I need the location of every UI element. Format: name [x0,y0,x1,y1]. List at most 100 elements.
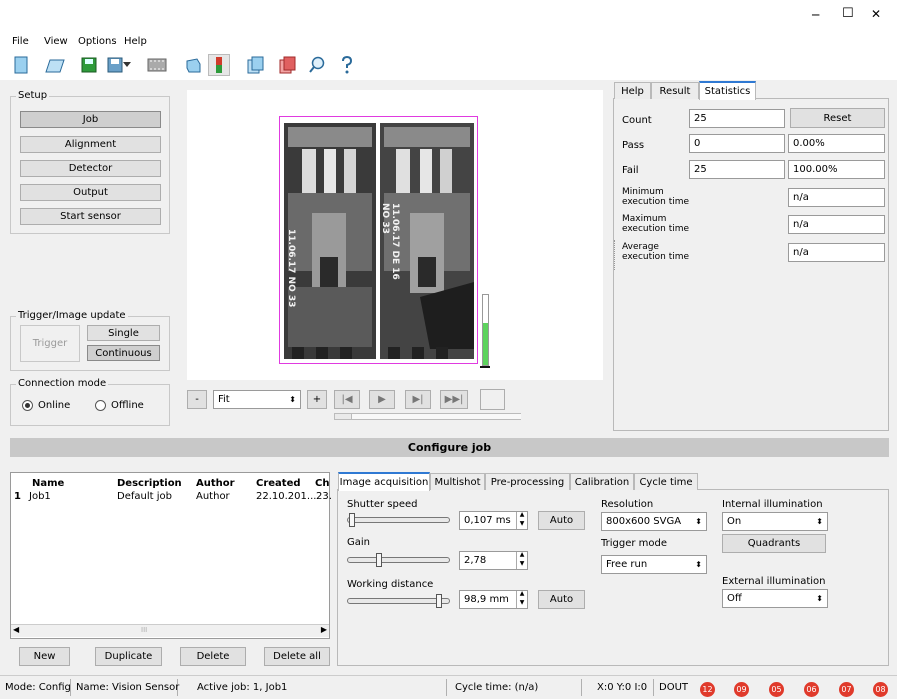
shutter-slider[interactable] [347,513,450,527]
help-icon[interactable] [336,54,358,76]
single-button[interactable]: Single [87,325,160,341]
menu-help[interactable]: Help [124,36,147,47]
delete-all-jobs-button[interactable]: Delete all [264,647,330,666]
maximize-button[interactable]: ☐ [842,6,854,21]
close-button[interactable]: ✕ [871,7,881,21]
delete-job-button[interactable]: Delete [180,647,246,666]
duplicate-job-button[interactable]: Duplicate [95,647,162,666]
start-sensor-button[interactable]: Start sensor [20,208,161,225]
tab-help[interactable]: Help [614,82,651,99]
zoom-value: Fit [218,394,230,405]
resolution-select[interactable]: 800x600 SVGA ⬍ [601,512,707,531]
jobs-header-changed[interactable]: Ch [315,478,329,489]
spin-down-icon[interactable]: ▼ [517,560,527,570]
new-icon[interactable] [10,54,32,76]
working-distance-slider[interactable] [347,594,450,608]
shutter-input[interactable]: 0,107 ms ▲ ▼ [459,511,528,530]
online-radio[interactable] [22,400,33,411]
jobs-hscrollbar[interactable]: ◀ III ▶ [11,624,329,637]
sensor-icon[interactable] [208,54,230,76]
search-icon[interactable] [306,54,328,76]
fail-value: 25 [689,160,785,179]
working-distance-input[interactable]: 98,9 mm ▲ ▼ [459,590,528,609]
color-box-button[interactable] [480,389,505,410]
minimize-button[interactable]: ─ [812,8,819,22]
trigger-title: Trigger/Image update [16,310,128,321]
first-frame-button[interactable]: |◀ [334,390,360,409]
output-button[interactable]: Output [20,184,161,201]
row-changed: 23. [316,491,332,502]
trigger-button[interactable]: Trigger [20,325,80,362]
jobs-header-author[interactable]: Author [196,478,235,489]
menu-options[interactable]: Options [78,36,117,47]
gain-input[interactable]: 2,78 ▲ ▼ [459,551,528,570]
online-label: Online [38,400,71,411]
count-value: 25 [689,109,785,128]
dropdown-icon[interactable] [120,54,134,76]
offline-radio[interactable] [95,400,106,411]
tab-pre-processing[interactable]: Pre-processing [485,473,570,490]
gain-track [347,557,450,563]
new-job-button[interactable]: New [19,647,70,666]
zoom-in-button[interactable]: + [307,390,327,409]
trigger-mode-select[interactable]: Free run ⬍ [601,555,707,574]
output-led-12: 12 [700,682,715,697]
tab-statistics[interactable]: Statistics [699,81,756,100]
jobs-header-name[interactable]: Name [32,478,64,489]
last-frame-button[interactable]: ▶▶| [440,390,468,409]
next-frame-button[interactable]: ▶| [405,390,431,409]
tab-result[interactable]: Result [651,82,699,99]
camera-image: 11.06.17 NO 33 11.06.17 DE 16 NO 33 [279,116,478,364]
external-illumination-select[interactable]: Off ⬍ [722,589,828,608]
scroll-left-icon[interactable]: ◀ [13,625,19,634]
save-icon[interactable] [78,54,100,76]
quadrants-button[interactable]: Quadrants [722,534,826,553]
row-index: 1 [14,491,21,502]
tab-calibration[interactable]: Calibration [570,473,634,490]
scroll-right-icon[interactable]: ▶ [321,625,327,634]
shutter-auto-button[interactable]: Auto [538,511,585,530]
tab-image-acquisition[interactable]: Image acquisition [338,472,430,491]
zoom-out-button[interactable]: - [187,390,207,409]
job-button[interactable]: Job [20,111,161,128]
alignment-button[interactable]: Alignment [20,136,161,153]
gain-spin[interactable]: ▲ ▼ [516,552,527,569]
shutter-thumb[interactable] [349,513,355,527]
offline-label: Offline [111,400,144,411]
working-distance-auto-button[interactable]: Auto [538,590,585,609]
online-radio-dot [25,403,30,408]
spin-down-icon[interactable]: ▼ [517,599,527,609]
continuous-button[interactable]: Continuous [87,345,160,361]
table-row[interactable]: 1 Job1 Default job Author 22.10.201... 2… [11,490,332,504]
max-exec-label: Maximum execution time [622,214,690,234]
external-illumination-value: Off [727,593,742,604]
copy-icon[interactable] [244,54,266,76]
output-led-07: 07 [839,682,854,697]
frame-slider-thumb[interactable] [334,413,352,420]
jobs-header-description[interactable]: Description [117,478,182,489]
tab-cycle-time[interactable]: Cycle time [634,473,698,490]
scroll-thumb[interactable]: III [141,626,147,634]
internal-illumination-select[interactable]: On ⬍ [722,512,828,531]
open-icon[interactable] [44,54,66,76]
export-icon[interactable] [276,54,298,76]
gain-label: Gain [347,537,370,548]
shutter-spin[interactable]: ▲ ▼ [516,512,527,529]
jobs-header-created[interactable]: Created [256,478,301,489]
wd-thumb[interactable] [436,594,442,608]
play-button[interactable]: ▶ [369,390,395,409]
zoom-select[interactable]: Fit ⬍ [213,390,301,409]
camera-icon[interactable] [182,54,204,76]
gain-slider[interactable] [347,553,450,567]
menu-file[interactable]: File [12,36,29,47]
menu-view[interactable]: View [44,36,68,47]
spin-down-icon[interactable]: ▼ [517,520,527,530]
wd-spin[interactable]: ▲ ▼ [516,591,527,608]
statistics-splitter[interactable] [614,240,617,270]
gain-thumb[interactable] [376,553,382,567]
detector-button[interactable]: Detector [20,160,161,177]
frame-slider[interactable] [334,413,521,420]
filmstrip-icon[interactable] [146,54,168,76]
tab-multishot[interactable]: Multishot [430,473,485,490]
reset-button[interactable]: Reset [790,108,885,128]
